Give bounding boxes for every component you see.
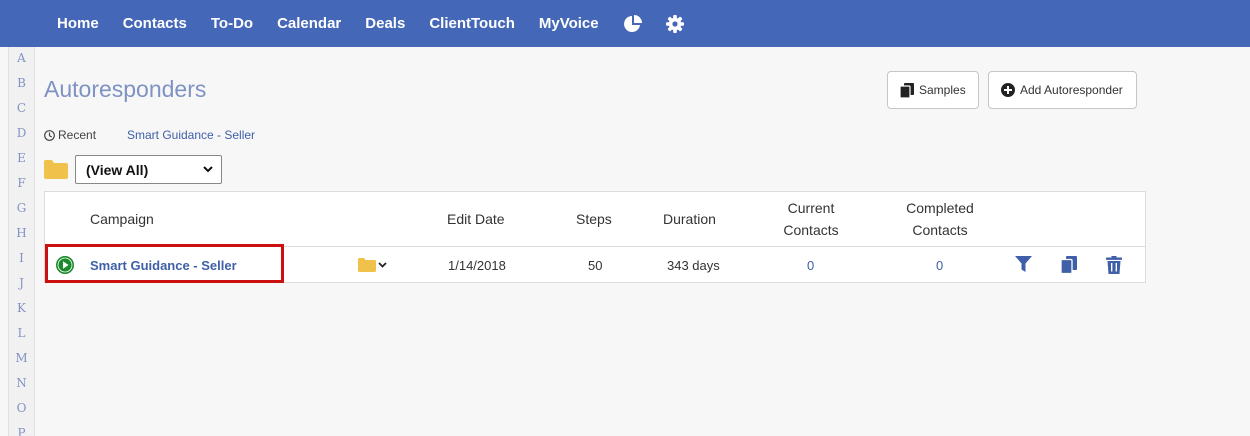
alpha-f[interactable]: F: [9, 172, 34, 197]
nav-contacts[interactable]: Contacts: [123, 15, 187, 32]
copy-icon: [900, 82, 914, 98]
alpha-d[interactable]: D: [9, 122, 34, 147]
top-navbar: Home Contacts To-Do Calendar Deals Clien…: [0, 0, 1250, 47]
alpha-p[interactable]: P: [9, 422, 34, 436]
add-autoresponder-label: Add Autoresponder: [1020, 83, 1123, 97]
folder-select-value: (View All): [86, 161, 149, 178]
header-duration: Duration: [663, 211, 716, 227]
nav-todo[interactable]: To-Do: [211, 15, 253, 32]
filter-icon[interactable]: [1015, 256, 1032, 273]
gear-icon[interactable]: [665, 14, 685, 34]
alpha-j[interactable]: J: [9, 272, 34, 297]
header-completed-contacts: Completed Contacts: [906, 200, 974, 238]
folder-icon: [44, 160, 68, 179]
table-row: Smart Guidance - Seller 1/14/2018 50 343…: [45, 244, 1145, 283]
move-folder-dropdown[interactable]: [358, 247, 387, 283]
page-title: Autoresponders: [44, 76, 207, 102]
play-icon[interactable]: [56, 247, 74, 283]
alpha-l[interactable]: L: [9, 322, 34, 347]
completed-contacts-link[interactable]: 0: [936, 247, 943, 283]
edit-date-cell: 1/14/2018: [448, 257, 506, 273]
header-campaign: Campaign: [90, 211, 154, 227]
nav-calendar[interactable]: Calendar: [277, 15, 341, 32]
folder-select[interactable]: (View All): [75, 155, 222, 184]
alpha-m[interactable]: M: [9, 347, 34, 372]
alpha-i[interactable]: I: [9, 247, 34, 272]
clock-icon: [44, 129, 55, 141]
recent-campaign-link[interactable]: Smart Guidance - Seller: [127, 128, 255, 142]
header-edit-date: Edit Date: [447, 211, 505, 227]
alpha-e[interactable]: E: [9, 147, 34, 172]
nav-home[interactable]: Home: [57, 15, 99, 32]
samples-button[interactable]: Samples: [887, 71, 979, 109]
alpha-n[interactable]: N: [9, 372, 34, 397]
alpha-k[interactable]: K: [9, 297, 34, 322]
autoresponder-table: Campaign Edit Date Steps Duration Curren…: [44, 191, 1146, 283]
nav-myvoice[interactable]: MyVoice: [539, 15, 599, 32]
alpha-o[interactable]: O: [9, 397, 34, 422]
folder-icon: [358, 258, 376, 272]
alphabet-filter: A B C D E F G H I J K L M N O P: [8, 47, 35, 436]
copy-icon[interactable]: [1061, 256, 1077, 274]
campaign-name-link[interactable]: Smart Guidance - Seller: [90, 247, 237, 283]
folder-filter: (View All): [44, 155, 222, 184]
nav-deals[interactable]: Deals: [365, 15, 405, 32]
alpha-h[interactable]: H: [9, 222, 34, 247]
alpha-a[interactable]: A: [9, 47, 34, 72]
recent-label: Recent: [58, 128, 97, 142]
table-header: Campaign Edit Date Steps Duration Curren…: [45, 192, 1145, 247]
alpha-g[interactable]: G: [9, 197, 34, 222]
nav-clienttouch[interactable]: ClientTouch: [429, 15, 515, 32]
header-steps: Steps: [576, 211, 612, 227]
recent-section: Recent: [44, 128, 96, 142]
trash-icon[interactable]: [1106, 256, 1122, 274]
chevron-down-icon: [378, 262, 387, 268]
steps-cell: 50: [588, 257, 603, 273]
duration-cell: 343 days: [667, 257, 720, 273]
chevron-down-icon: [203, 166, 213, 173]
current-contacts-link[interactable]: 0: [807, 247, 814, 283]
alpha-c[interactable]: C: [9, 97, 34, 122]
samples-button-label: Samples: [919, 83, 966, 97]
pie-chart-icon[interactable]: [623, 14, 643, 34]
header-current-contacts: Current Contacts: [783, 200, 839, 238]
plus-circle-icon: [1001, 83, 1015, 97]
add-autoresponder-button[interactable]: Add Autoresponder: [988, 71, 1137, 109]
alpha-b[interactable]: B: [9, 72, 34, 97]
